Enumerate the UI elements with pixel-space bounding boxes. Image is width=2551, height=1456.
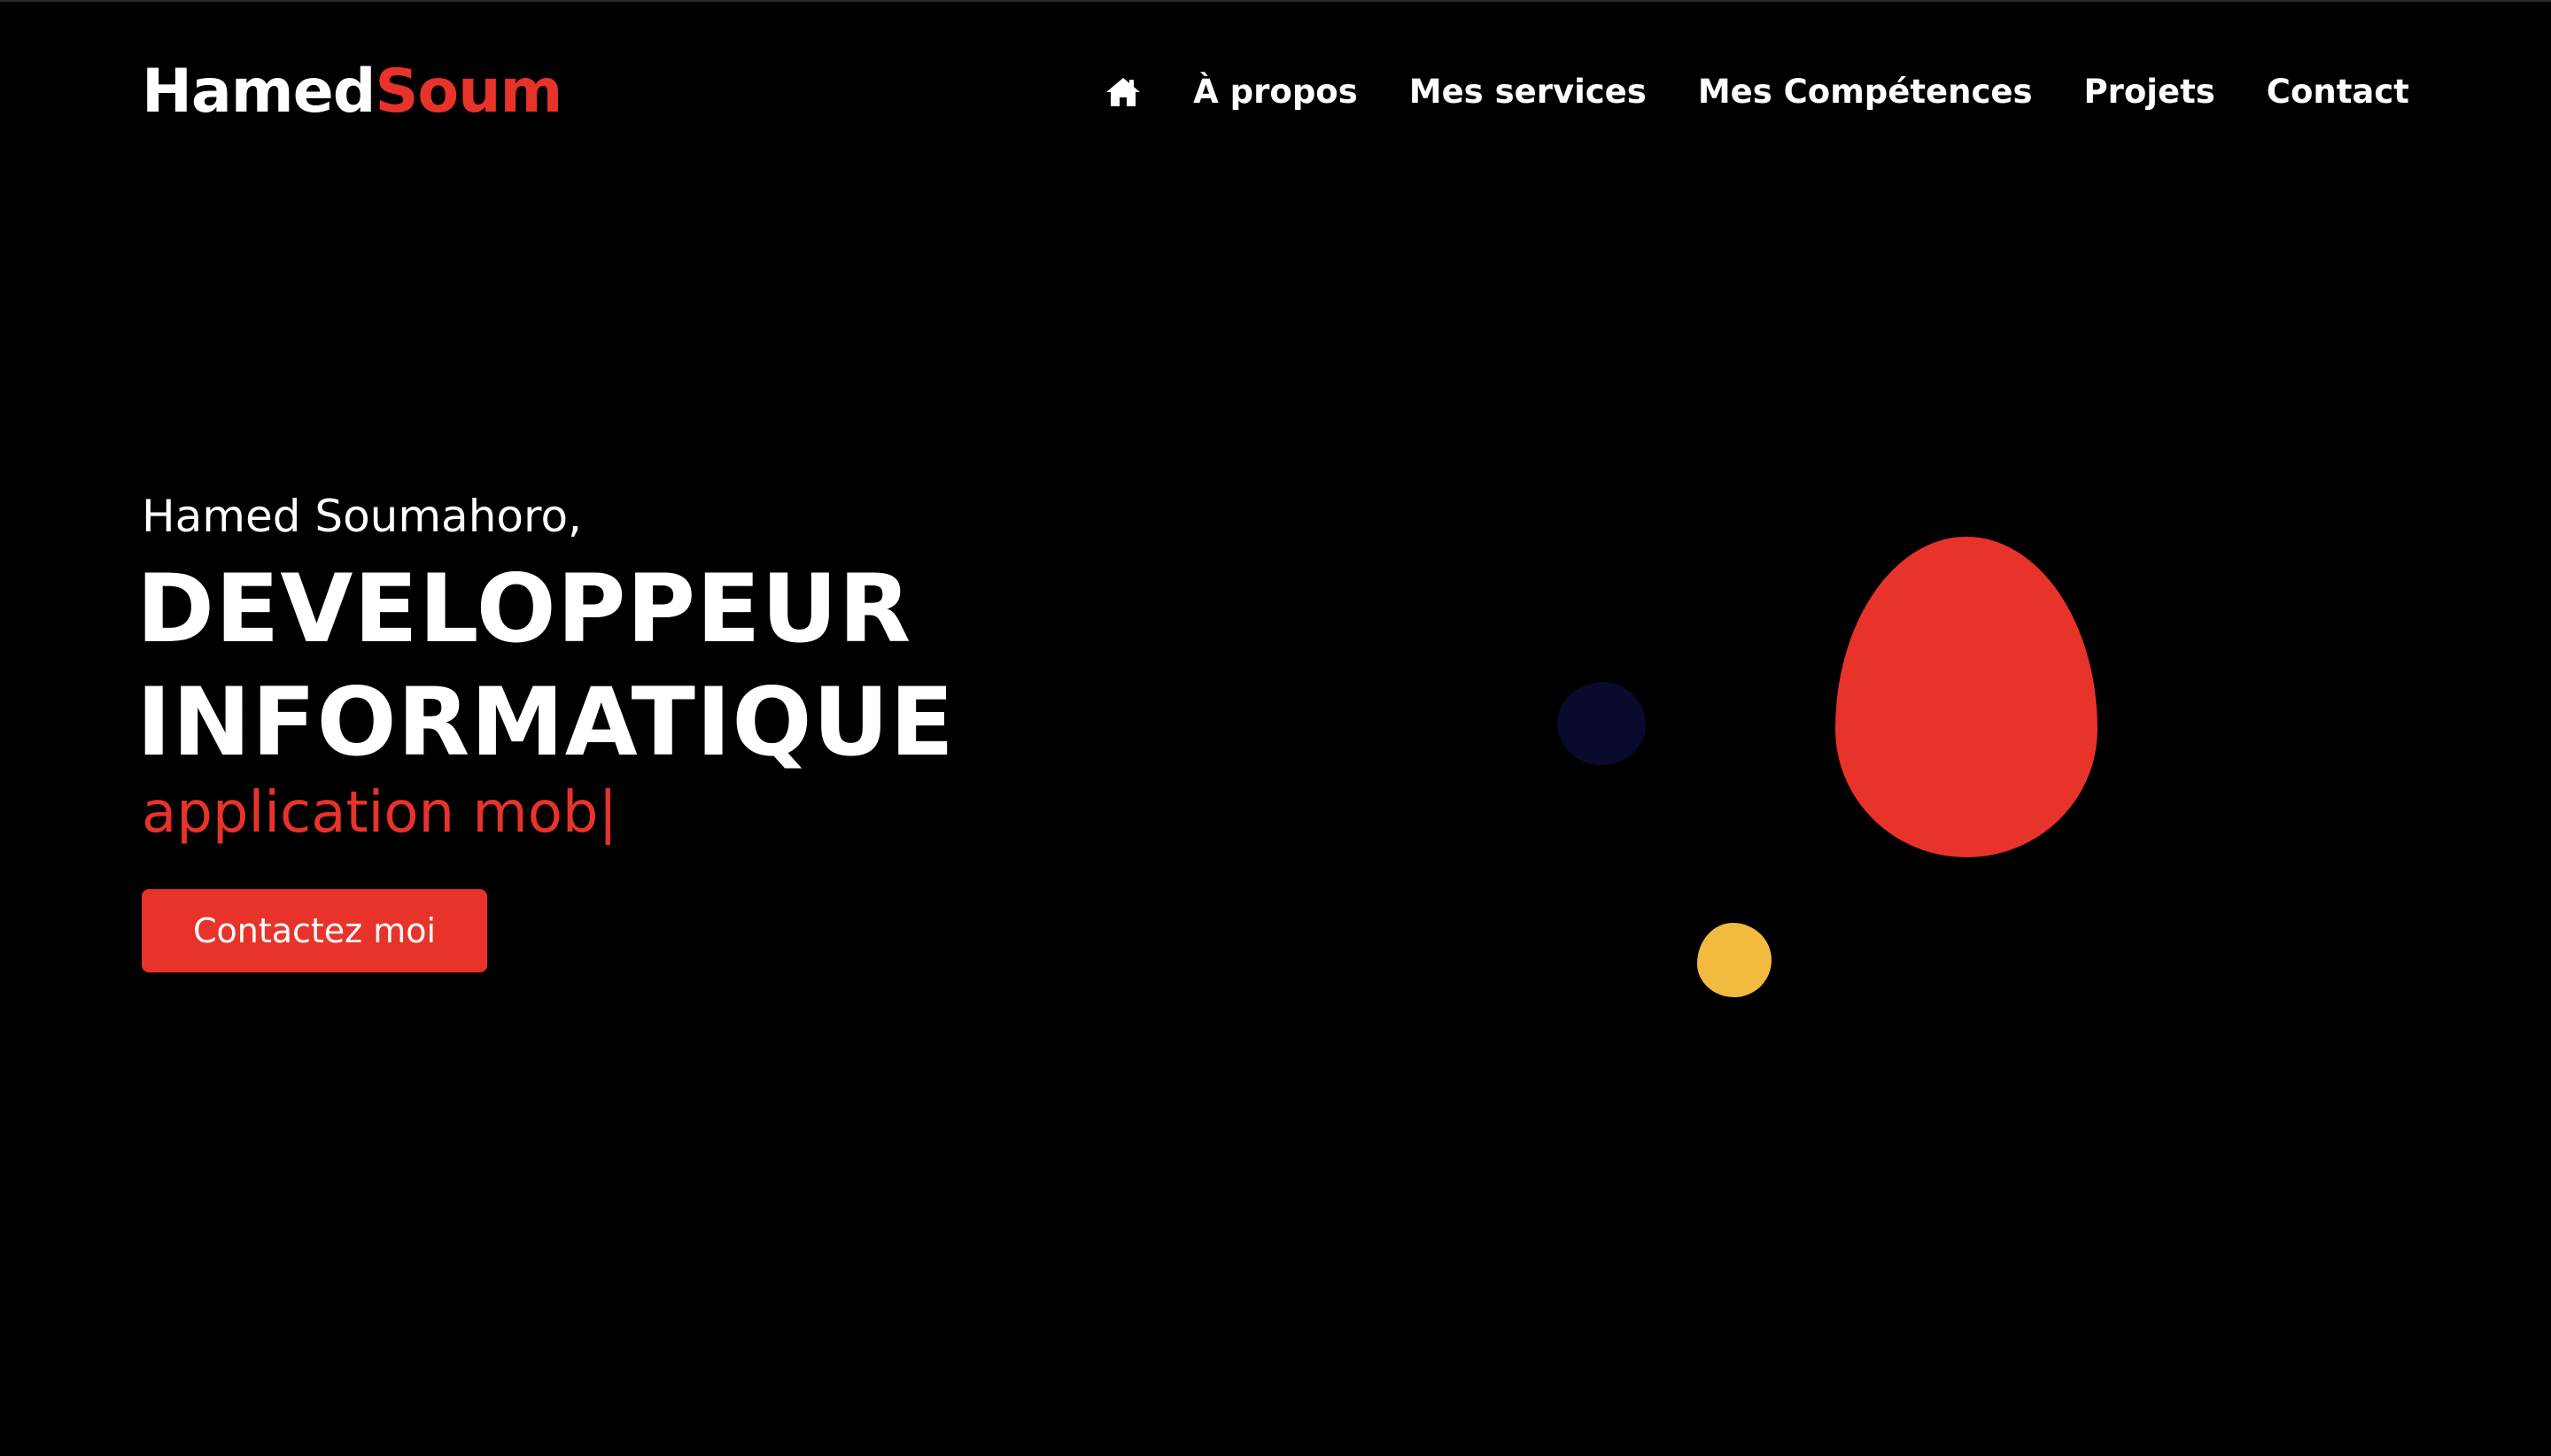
typed-text: application mob (142, 780, 599, 846)
main-nav: À propos Mes services Mes Compétences Pr… (1105, 64, 2409, 120)
nav-item-mes-competences[interactable]: Mes Compétences (1698, 64, 2033, 120)
hero-title-line-2: INFORMATIQUE (136, 668, 955, 777)
nav-item-projets[interactable]: Projets (2084, 64, 2215, 120)
typing-cursor: | (598, 780, 618, 846)
contact-me-button[interactable]: Contactez moi (142, 889, 487, 972)
yellow-blob-shape (1697, 923, 1772, 997)
landing-page: HamedSoum À propos Mes services Mes Comp… (0, 0, 2551, 1456)
nav-home-link[interactable] (1105, 76, 1142, 108)
nav-item-mes-services[interactable]: Mes services (1409, 64, 1647, 120)
home-icon (1106, 78, 1141, 106)
hero-greeting: Hamed Soumahoro, (142, 491, 582, 542)
site-logo[interactable]: HamedSoum (142, 57, 562, 128)
logo-first-part: Hamed (142, 57, 376, 127)
nav-item-a-propos[interactable]: À propos (1193, 64, 1358, 120)
logo-second-part: Soum (375, 57, 562, 127)
red-blob-shape (1835, 537, 2097, 857)
nav-item-contact[interactable]: Contact (2267, 64, 2409, 120)
hero-title: DEVELOPPEUR INFORMATIQUE (136, 553, 955, 779)
hero-title-line-1: DEVELOPPEUR (136, 554, 912, 663)
navy-blob-shape (1557, 682, 1646, 765)
hero-typed-text: application mob| (142, 778, 617, 848)
